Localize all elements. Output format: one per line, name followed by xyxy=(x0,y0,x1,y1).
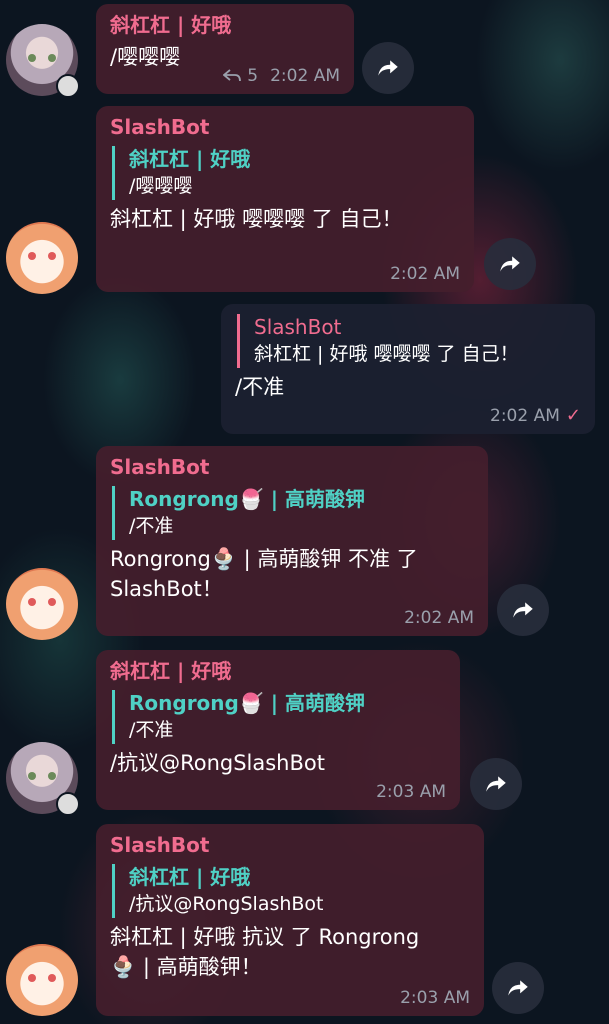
message-text: /抗议@RongSlashBot xyxy=(110,751,325,775)
message-meta: 2:02 AM xyxy=(390,264,460,284)
message-text: 斜杠杠 | 好哦 抗议 了 Rongrong 🍨 | 高萌酸钾！ xyxy=(110,925,420,979)
message-text: /不准 xyxy=(235,375,285,399)
avatar[interactable] xyxy=(6,222,78,294)
message-bubble[interactable]: SlashBot 斜杠杠 | 好哦 /抗议@RongSlashBot 斜杠杠 |… xyxy=(96,824,484,1016)
reply-quote[interactable]: Rongrong🍧 | 高萌酸钾 /不准 xyxy=(112,486,474,540)
quote-text: /不准 xyxy=(129,719,174,741)
forward-button[interactable] xyxy=(470,758,522,810)
message-bubble-outgoing[interactable]: SlashBot 斜杠杠 | 好哦 嘤嘤嘤 了 自己！ /不准 2:02 AM … xyxy=(221,304,595,434)
sender-name[interactable]: 斜杠杠 | 好哦 xyxy=(110,658,446,684)
message-time: 2:02 AM xyxy=(390,264,460,284)
reply-quote[interactable]: Rongrong🍧 | 高萌酸钾 /不准 xyxy=(112,690,446,744)
message-text: 斜杠杠 | 好哦 嘤嘤嘤 了 自己！ xyxy=(110,207,403,231)
forward-arrow-icon xyxy=(500,256,520,272)
reply-quote[interactable]: 斜杠杠 | 好哦 /抗议@RongSlashBot xyxy=(112,864,470,918)
quote-author: 斜杠杠 | 好哦 xyxy=(129,147,251,171)
forward-button[interactable] xyxy=(484,238,536,290)
quote-text: 斜杠杠 | 好哦 嘤嘤嘤 了 自己！ xyxy=(254,343,519,365)
message-time: 2:03 AM xyxy=(400,988,470,1008)
sender-name[interactable]: SlashBot xyxy=(110,454,474,480)
message-time: 2:03 AM xyxy=(376,782,446,802)
forward-button[interactable] xyxy=(497,584,549,636)
forward-arrow-icon xyxy=(508,980,528,996)
avatar[interactable] xyxy=(6,944,78,1016)
quote-author: Rongrong🍧 | 高萌酸钾 xyxy=(129,691,365,715)
message-meta: 5 2:02 AM xyxy=(223,66,340,86)
message-time: 2:02 AM xyxy=(490,405,560,426)
check-icon: ✓ xyxy=(565,405,581,426)
quote-text: /抗议@RongSlashBot xyxy=(129,893,324,915)
message-meta: 2:03 AM xyxy=(400,988,470,1008)
quote-author: SlashBot xyxy=(254,315,342,339)
quote-text: /不准 xyxy=(129,515,174,537)
quote-text: /嘤嘤嘤 xyxy=(129,175,193,197)
reply-count[interactable]: 5 xyxy=(247,66,258,86)
forward-button[interactable] xyxy=(492,962,544,1014)
message-bubble[interactable]: SlashBot 斜杠杠 | 好哦 /嘤嘤嘤 斜杠杠 | 好哦 嘤嘤嘤 了 自己… xyxy=(96,106,474,292)
message-text: Rongrong🍨 | 高萌酸钾 不准 了 SlashBot！ xyxy=(110,547,418,601)
reply-quote[interactable]: 斜杠杠 | 好哦 /嘤嘤嘤 xyxy=(112,146,460,200)
message-meta: 2:03 AM xyxy=(376,782,446,802)
message-bubble[interactable]: SlashBot Rongrong🍧 | 高萌酸钾 /不准 Rongrong🍨 … xyxy=(96,446,488,636)
forward-arrow-icon xyxy=(486,776,506,792)
message-time: 2:02 AM xyxy=(404,608,474,628)
quote-author: Rongrong🍧 | 高萌酸钾 xyxy=(129,487,365,511)
forward-arrow-icon xyxy=(378,60,398,76)
sender-name[interactable]: SlashBot xyxy=(110,832,470,858)
forward-arrow-icon xyxy=(513,602,533,618)
quote-author: 斜杠杠 | 好哦 xyxy=(129,865,251,889)
forward-button[interactable] xyxy=(362,42,414,94)
sender-name[interactable]: 斜杠杠 | 好哦 xyxy=(110,12,340,38)
online-status-dot xyxy=(56,792,80,816)
reply-quote[interactable]: SlashBot 斜杠杠 | 好哦 嘤嘤嘤 了 自己！ xyxy=(237,314,581,368)
avatar[interactable] xyxy=(6,568,78,640)
message-meta: 2:02 AM ✓ xyxy=(490,405,581,426)
online-status-dot xyxy=(56,74,80,98)
sender-name[interactable]: SlashBot xyxy=(110,114,460,140)
reply-arrow-icon[interactable] xyxy=(223,69,242,83)
message-meta: 2:02 AM xyxy=(404,608,474,628)
message-bubble[interactable]: 斜杠杠 | 好哦 /嘤嘤嘤 5 2:02 AM xyxy=(96,4,354,94)
message-bubble[interactable]: 斜杠杠 | 好哦 Rongrong🍧 | 高萌酸钾 /不准 /抗议@RongSl… xyxy=(96,650,460,810)
message-time: 2:02 AM xyxy=(270,66,340,86)
